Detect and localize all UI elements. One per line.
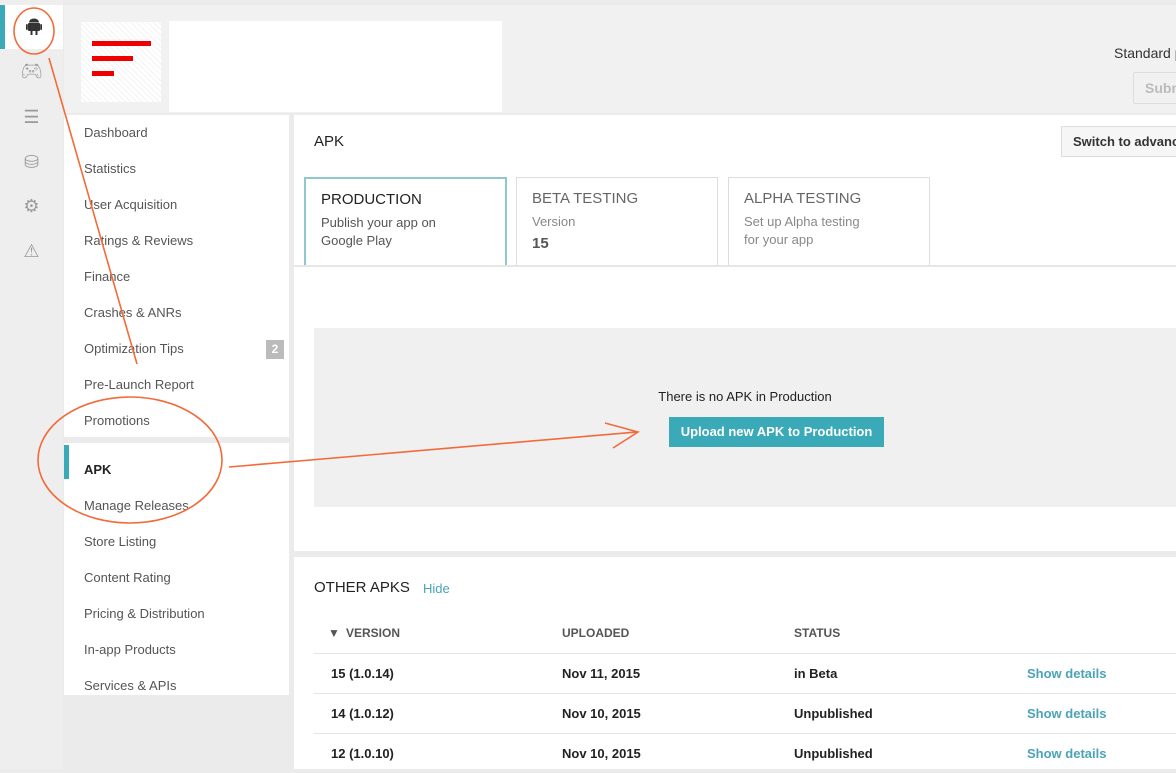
tab-desc: Version — [532, 214, 576, 229]
upload-apk-button[interactable]: Upload new APK to Production — [669, 417, 884, 447]
android-icon[interactable] — [0, 5, 63, 49]
cell-status: in Beta — [794, 666, 838, 681]
cell-status: Unpublished — [794, 746, 873, 761]
icon-rail: 🎮︎ ☰ ⛁ ⚙ ⚠ — [0, 0, 63, 769]
tab-desc: Set up Alpha testing — [744, 214, 860, 229]
cell-status: Unpublished — [794, 706, 873, 721]
submit-button[interactable]: Subm — [1133, 72, 1176, 104]
show-details-link[interactable]: Show details — [1027, 666, 1106, 681]
tab-production[interactable]: PRODUCTION Publish your app on Google Pl… — [304, 177, 507, 267]
sidebar-item-apk[interactable]: APK — [84, 462, 111, 477]
tab-desc: for your app — [744, 232, 814, 247]
sidebar-item-optimization-tips[interactable]: Optimization Tips — [84, 341, 184, 356]
gamepad-icon[interactable]: 🎮︎ — [0, 49, 63, 93]
other-apks-section: OTHER APKS Hide ▼ VERSION UPLOADED STATU… — [294, 557, 1176, 769]
hide-link[interactable]: Hide — [423, 581, 450, 596]
sidebar-item-promotions[interactable]: Promotions — [84, 413, 150, 428]
optimization-badge: 2 — [266, 340, 284, 359]
tab-divider — [294, 265, 1176, 267]
column-version[interactable]: VERSION — [346, 626, 400, 640]
database-icon[interactable]: ⛁ — [0, 140, 63, 184]
page-title: APK — [314, 133, 345, 150]
table-row: 15 (1.0.14) Nov 11, 2015 in Beta Show detai… — [314, 653, 1176, 693]
apk-panel: APK Switch to advanc PRODUCTION Publish … — [294, 115, 1176, 551]
sidebar-item-user-acquisition[interactable]: User Acquisition — [84, 197, 177, 212]
beta-version: 15 — [532, 235, 549, 252]
sort-desc-icon[interactable]: ▼ — [328, 626, 340, 640]
warning-icon[interactable]: ⚠ — [0, 229, 63, 273]
tab-desc: Publish your app on — [321, 215, 436, 230]
empty-text: There is no APK in Production — [658, 389, 832, 404]
tab-title: PRODUCTION — [321, 191, 422, 208]
standard-label: Standard p — [1114, 45, 1176, 61]
tab-desc: Google Play — [321, 233, 392, 248]
tab-alpha-testing[interactable]: ALPHA TESTING Set up Alpha testing for y… — [728, 177, 930, 266]
show-details-link[interactable]: Show details — [1027, 706, 1106, 721]
sidebar-item-services-apis[interactable]: Services & APIs — [84, 678, 176, 693]
cell-version: 15 (1.0.14) — [331, 666, 394, 681]
show-details-link[interactable]: Show details — [1027, 746, 1106, 761]
column-uploaded: UPLOADED — [562, 626, 630, 640]
sidebar-item-statistics[interactable]: Statistics — [84, 161, 136, 176]
column-status: STATUS — [794, 626, 841, 640]
list-icon[interactable]: ☰ — [0, 95, 63, 139]
cell-version: 12 (1.0.10) — [331, 746, 394, 761]
gear-icon[interactable]: ⚙ — [0, 184, 63, 228]
sidebar-item-ratings-reviews[interactable]: Ratings & Reviews — [84, 233, 193, 248]
table-row: 14 (1.0.12) Nov 10, 2015 Unpublished Show d… — [314, 693, 1176, 733]
tab-title: BETA TESTING — [532, 190, 639, 207]
sidebar-item-pre-launch-report[interactable]: Pre-Launch Report — [84, 377, 194, 392]
sidebar-item-content-rating[interactable]: Content Rating — [84, 570, 171, 585]
section-title: OTHER APKS — [314, 579, 410, 596]
tab-title: ALPHA TESTING — [744, 190, 862, 207]
app-title-box — [169, 21, 502, 112]
table-row: 12 (1.0.10) Nov 10, 2015 Unpublished Show d… — [314, 733, 1176, 773]
sidebar-item-pricing-distribution[interactable]: Pricing & Distribution — [84, 606, 205, 621]
sidebar-item-dashboard[interactable]: Dashboard — [84, 125, 148, 140]
tab-beta-testing[interactable]: BETA TESTING Version 15 — [516, 177, 718, 266]
sidebar-item-finance[interactable]: Finance — [84, 269, 130, 284]
sidebar-nav: Dashboard Statistics User Acquisition Ratin… — [64, 115, 289, 695]
nav-divider — [64, 437, 289, 443]
sidebar-item-crashes-anrs[interactable]: Crashes & ANRs — [84, 305, 182, 320]
cell-uploaded: Nov 10, 2015 — [562, 746, 641, 761]
active-indicator — [64, 445, 69, 479]
cell-version: 14 (1.0.12) — [331, 706, 394, 721]
sidebar-item-in-app-products[interactable]: In-app Products — [84, 642, 176, 657]
app-logo — [81, 22, 161, 102]
cell-uploaded: Nov 11, 2015 — [562, 666, 641, 681]
switch-advanced-button[interactable]: Switch to advanc — [1061, 126, 1176, 157]
cell-uploaded: Nov 10, 2015 — [562, 706, 641, 721]
sidebar-item-store-listing[interactable]: Store Listing — [84, 534, 156, 549]
empty-state: There is no APK in Production Upload new… — [314, 328, 1176, 507]
app-header: Standard p Subm — [64, 5, 1176, 113]
sidebar-item-manage-releases[interactable]: Manage Releases — [84, 498, 189, 513]
